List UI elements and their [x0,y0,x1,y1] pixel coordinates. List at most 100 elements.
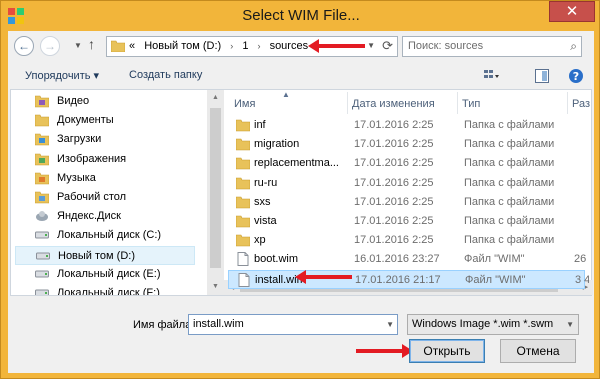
file-type: Папка с файлами [464,195,555,208]
navigation-pane[interactable]: Видео Документы Загрузки Изображения Музыка Р… [11,90,207,295]
forward-button[interactable]: → [40,36,60,56]
filename-label: Имя файла: [133,319,195,331]
search-icon: ⌕ [570,39,577,53]
file-name: sxs [254,195,271,208]
column-header-type[interactable]: Тип [462,98,480,110]
breadcrumb-overflow[interactable]: « [129,40,135,52]
file-name: ru-ru [254,176,278,189]
sidebar-item[interactable]: Рабочий стол [34,188,195,207]
yandex-disk-icon [35,209,49,223]
sidebar-item[interactable]: Яндекс.Диск [35,207,195,226]
music-folder-icon [34,171,50,185]
drive-icon [35,286,49,295]
sidebar-item[interactable]: Загрузки [34,130,195,149]
open-button[interactable]: Открыть [409,339,485,363]
file-row[interactable]: install.wim 17.01.2016 21:17 Файл "WIM" 3 4… [228,269,589,289]
cancel-button[interactable]: Отмена [500,339,576,363]
browser-panes: Видео Документы Загрузки Изображения Музыка Р… [10,89,593,296]
file-row[interactable]: ru-ru 17.01.2016 2:25 Папка с файлами [228,174,585,193]
file-row[interactable]: sxs 17.01.2016 2:25 Папка с файлами [228,193,585,212]
search-input[interactable]: Поиск: sources ⌕ [402,36,582,57]
column-header-date[interactable]: Дата изменения [352,98,435,110]
file-name: replacementma... [254,157,339,170]
sidebar-item-label: Локальный диск (C:) [57,229,162,242]
sidebar-item[interactable]: Локальный диск (E:) [35,265,195,284]
file-row[interactable]: migration 17.01.2016 2:25 Папка с файлами [228,135,585,154]
sidebar-item-label: Видео [57,95,90,107]
close-button[interactable]: ✕ [549,1,595,22]
refresh-icon[interactable]: ⟳ [382,38,393,54]
sidebar-item[interactable]: Документы [34,111,195,130]
sidebar-item[interactable]: Музыка [34,169,195,188]
file-row[interactable]: vista 17.01.2016 2:25 Папка с файлами [228,212,585,231]
back-button[interactable]: ← [14,36,34,56]
svg-text:?: ? [573,70,579,83]
sidebar-item-label: Документы [57,114,114,127]
filename-input[interactable]: install.wim ▼ [188,314,398,335]
breadcrumb-item-1[interactable]: 1 [242,40,248,52]
video-folder-icon [34,94,50,108]
title-bar[interactable]: Select WIM File... ✕ [1,1,600,31]
organize-button[interactable]: Упорядочить ▾ [25,69,99,82]
file-size: 26 [574,253,587,266]
file-date: 16.01.2016 23:27 [354,253,440,266]
annotation-arrow [308,39,365,53]
folder-icon [235,176,251,190]
folder-icon [235,118,251,132]
filetype-select[interactable]: Windows Image *.wim *.swm ▼ [407,314,579,335]
file-type: Папка с файлами [464,157,555,170]
file-name: boot.wim [254,253,299,266]
file-row[interactable]: boot.wim 16.01.2016 23:27 Файл "WIM" 26 [228,250,587,269]
sidebar-item[interactable]: Локальный диск (F:) [35,284,195,295]
sidebar-item-label: Яндекс.Диск [57,210,121,223]
navigation-pane-scrollbar[interactable]: ▲ ▼ [207,90,224,295]
file-date: 17.01.2016 2:25 [354,157,434,170]
file-type: Папка с файлами [464,119,555,131]
column-header-name[interactable]: Имя [234,98,255,110]
file-name: xp [254,234,266,247]
filename-value: install.wim [193,318,244,330]
column-header-size[interactable]: Раз [572,98,590,110]
documents-folder-icon [34,113,50,127]
folder-icon [235,214,251,228]
help-icon[interactable]: ? [568,68,584,84]
sidebar-item[interactable]: Изображения [34,150,195,169]
file-icon [237,272,251,287]
column-divider[interactable] [567,92,568,114]
file-type: Файл "WIM" [464,253,525,266]
file-name: migration [254,138,300,151]
scrollbar-thumb[interactable] [210,108,221,268]
sidebar-item[interactable]: Локальный диск (C:) [35,226,195,245]
up-arrow-icon[interactable]: ↑ [88,36,95,52]
view-options-icon[interactable] [483,68,499,84]
file-type: Папка с файлами [464,138,555,151]
preview-pane-icon[interactable] [534,68,550,84]
column-divider[interactable] [457,92,458,114]
breadcrumb-separator[interactable]: › [258,41,261,51]
sidebar-item[interactable]: Видео [34,92,195,111]
file-row[interactable]: replacementma... 17.01.2016 2:25 Папка с ф… [228,154,585,173]
column-divider[interactable] [347,92,348,114]
filetype-dropdown-icon: ▼ [566,320,574,329]
sidebar-item-label: Новый том (D:) [58,249,135,262]
file-list[interactable]: Имя ▲ Дата изменения Тип Раз ◀ ▶ inf17.0… [224,90,593,295]
sort-ascending-icon: ▲ [282,90,290,99]
address-dropdown-icon[interactable]: ▼ [367,41,375,50]
sidebar-item[interactable]: Новый том (D:) [15,245,195,265]
file-row[interactable]: inf 17.01.2016 2:25 Папка с файлами [228,116,585,135]
file-type: Папка с файлами [464,234,555,247]
recent-locations-dropdown-icon[interactable]: ▼ [74,41,82,50]
drive-icon [36,249,50,263]
file-date: 17.01.2016 2:25 [354,195,434,208]
file-row[interactable]: xp 17.01.2016 2:25 Папка с файлами [228,231,585,250]
breadcrumb-item-sources[interactable]: sources [270,40,309,52]
scroll-down-icon[interactable]: ▼ [207,279,224,295]
breadcrumb-item-drive[interactable]: Новый том (D:) [144,40,221,52]
drive-icon [35,228,49,242]
scroll-up-icon[interactable]: ▲ [207,90,224,106]
forward-arrow-icon: → [44,39,56,53]
breadcrumb-separator[interactable]: › [230,41,233,51]
filename-dropdown-icon[interactable]: ▼ [386,320,394,329]
new-folder-button[interactable]: Создать папку [129,69,202,81]
sidebar-item-label: Локальный диск (E:) [57,267,161,280]
